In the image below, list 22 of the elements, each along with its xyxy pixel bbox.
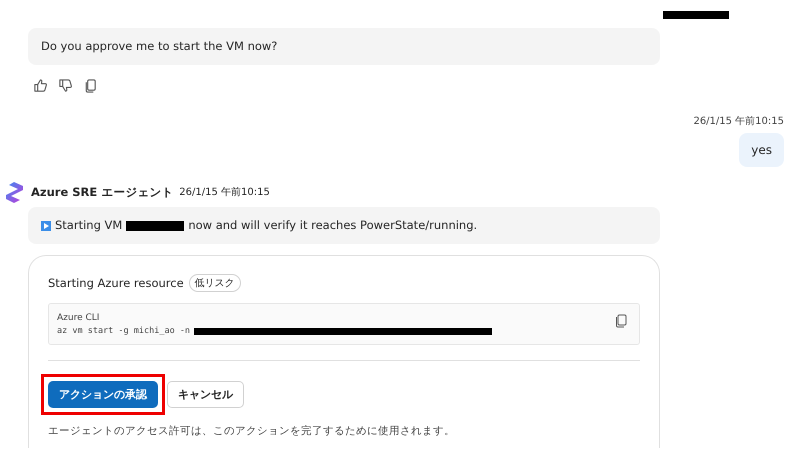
agent-name: Azure SRE エージェント xyxy=(31,184,174,200)
code-label: Azure CLI xyxy=(57,313,100,323)
risk-badge: 低リスク xyxy=(188,274,241,292)
redaction-bar xyxy=(663,11,729,19)
message-bubble: yes xyxy=(739,133,784,167)
thumbs-down-icon[interactable] xyxy=(58,78,73,93)
status-text: Starting VM xyxy=(55,217,122,234)
logo-icon xyxy=(4,180,25,204)
command-text: az vm start -g michi_ao -n xyxy=(57,326,190,336)
card-title: Starting Azure resource xyxy=(48,276,184,290)
copy-icon[interactable] xyxy=(83,78,98,93)
cancel-button[interactable]: キャンセル xyxy=(167,381,244,408)
status-text: now and will verify it reaches PowerState/running. xyxy=(188,217,478,234)
permission-note: エージェントのアクセス許可は、このアクションを完了するために使用されます。 xyxy=(48,424,456,438)
redaction-bar xyxy=(126,220,184,230)
timestamp: 26/1/15 午前10:15 xyxy=(179,186,270,199)
timestamp: 26/1/15 午前10:15 xyxy=(693,115,784,128)
play-icon xyxy=(41,220,51,230)
approve-button[interactable]: アクションの承認 xyxy=(48,381,158,408)
thumbs-up-icon[interactable] xyxy=(33,78,48,93)
copy-icon[interactable] xyxy=(615,314,627,328)
message-bubble: Do you approve me to start the VM now? xyxy=(28,28,660,65)
